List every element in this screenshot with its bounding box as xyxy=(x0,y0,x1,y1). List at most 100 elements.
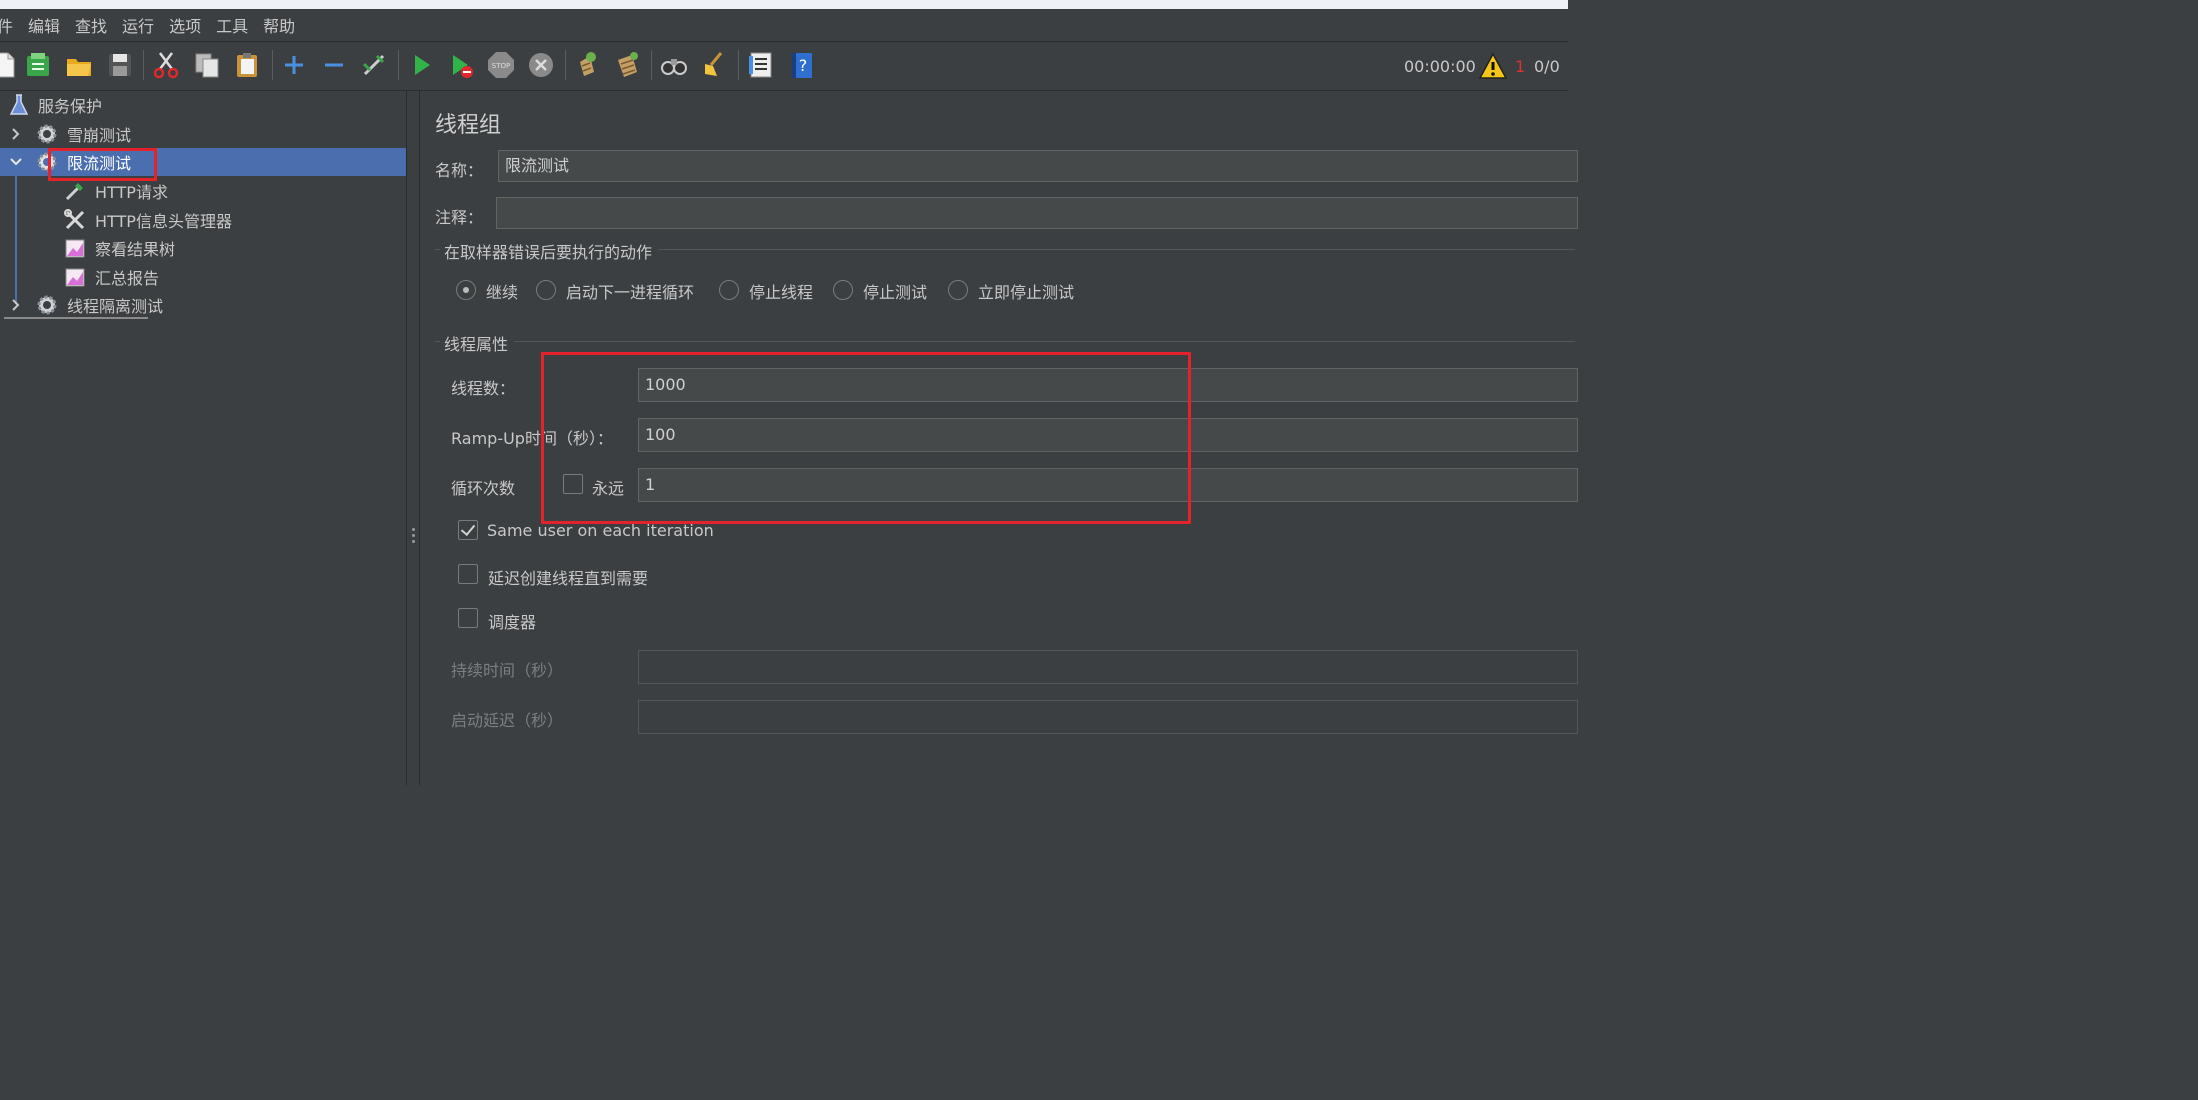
toolbar-separator xyxy=(143,50,144,80)
search-icon[interactable] xyxy=(658,49,690,81)
divider-grip-dot xyxy=(412,528,415,531)
thread-group-panel: 线程组 名称： 限流测试 注释： 在取样器错误后要执行的动作 继续 启动下一进程… xyxy=(420,91,1578,785)
panel-title: 线程组 xyxy=(435,113,502,138)
comment-label: 注释： xyxy=(435,208,484,227)
menu-bar: 件 编辑 查找 运行 选项 工具 帮助 xyxy=(0,9,1568,42)
tree-item-http-header-manager[interactable]: HTTP信息头管理器 xyxy=(0,206,406,234)
menu-help[interactable]: 帮助 xyxy=(263,13,295,37)
active-threads-count: 0/0 xyxy=(1534,57,1560,76)
elapsed-timer: 00:00:00 xyxy=(1404,57,1476,76)
test-plan-icon xyxy=(9,94,29,115)
start-no-pause-icon[interactable] xyxy=(445,49,477,81)
shutdown-icon[interactable] xyxy=(525,49,557,81)
same-user-checkbox[interactable] xyxy=(458,520,478,540)
duration-input[interactable] xyxy=(638,650,1578,684)
menu-edit[interactable]: 编辑 xyxy=(28,13,60,37)
svg-text:?: ? xyxy=(799,56,808,75)
error-section-title: 在取样器错误后要执行的动作 xyxy=(440,239,659,263)
new-icon[interactable] xyxy=(0,49,20,81)
copy-icon[interactable] xyxy=(191,49,223,81)
comment-input[interactable] xyxy=(496,197,1578,229)
expand-icon[interactable] xyxy=(278,49,310,81)
reset-search-icon[interactable] xyxy=(698,49,730,81)
listener-graph-icon xyxy=(65,239,85,258)
radio-continue-label: 继续 xyxy=(486,283,519,302)
config-tools-icon xyxy=(64,209,85,230)
warning-count: 1 xyxy=(1515,57,1526,76)
listener-graph-icon xyxy=(65,268,85,287)
toolbar-separator xyxy=(565,50,566,80)
startup-delay-label: 启动延迟（秒） xyxy=(451,711,564,730)
threads-label: 线程数： xyxy=(451,379,516,398)
highlight-box-thread-properties xyxy=(541,352,1191,524)
chevron-down-icon[interactable] xyxy=(9,155,23,169)
tree-item-avalanche-test[interactable]: 雪崩测试 xyxy=(0,120,406,148)
name-input[interactable]: 限流测试 xyxy=(498,150,1578,182)
radio-stop-thread-label: 停止线程 xyxy=(749,283,814,302)
svg-text:STOP: STOP xyxy=(492,62,510,70)
divider-grip-dot xyxy=(412,534,415,537)
thread-group-gear-icon xyxy=(37,124,57,144)
split-pane-divider[interactable] xyxy=(406,91,420,785)
radio-start-next-loop[interactable] xyxy=(536,280,556,300)
radio-stop-test-now[interactable] xyxy=(948,280,968,300)
toolbar-separator xyxy=(651,50,652,80)
thread-section-title: 线程属性 xyxy=(440,331,515,355)
function-helper-icon[interactable] xyxy=(745,49,777,81)
warning-icon[interactable] xyxy=(1478,51,1508,81)
menu-run[interactable]: 运行 xyxy=(122,13,154,37)
tree-item-view-results-tree[interactable]: 察看结果树 xyxy=(0,234,406,262)
save-icon[interactable] xyxy=(104,49,136,81)
toolbar-separator xyxy=(272,50,273,80)
tree-item-label: HTTP请求 xyxy=(95,183,168,202)
toolbar-separator xyxy=(398,50,399,80)
highlight-box-tree xyxy=(48,148,157,181)
tree-item-summary-report[interactable]: 汇总报告 xyxy=(0,263,406,291)
test-plan-tree: 服务保护 雪崩测试 限流测试 HTTP请求 HTTP信息头管理器 察看结果树 汇… xyxy=(0,91,406,785)
divider-grip-dot xyxy=(412,540,415,543)
tree-item-thread-isolation-test[interactable]: 线程隔离测试 xyxy=(0,291,406,319)
scheduler-label: 调度器 xyxy=(488,613,537,632)
open-icon[interactable] xyxy=(63,49,95,81)
tree-item-label: 汇总报告 xyxy=(95,269,160,288)
delay-thread-creation-checkbox[interactable] xyxy=(458,564,478,584)
cut-icon[interactable] xyxy=(150,49,182,81)
toggle-icon[interactable] xyxy=(358,49,390,81)
name-label: 名称： xyxy=(435,161,484,180)
thread-section-border xyxy=(435,341,1575,342)
tree-item-http-request[interactable]: HTTP请求 xyxy=(0,177,406,205)
tree-item-label: 雪崩测试 xyxy=(67,126,132,145)
radio-stop-test-now-label: 立即停止测试 xyxy=(978,283,1075,302)
radio-stop-test[interactable] xyxy=(833,280,853,300)
menu-file[interactable]: 件 xyxy=(0,13,13,37)
duration-label: 持续时间（秒） xyxy=(451,661,564,680)
sampler-pipette-icon xyxy=(65,183,83,201)
stop-icon[interactable]: STOP xyxy=(485,49,517,81)
loop-count-label: 循环次数 xyxy=(451,479,516,498)
clear-all-icon[interactable] xyxy=(611,49,643,81)
menu-options[interactable]: 选项 xyxy=(169,13,201,37)
tree-item-label: 服务保护 xyxy=(38,97,103,116)
paste-icon[interactable] xyxy=(231,49,263,81)
collapse-icon[interactable] xyxy=(318,49,350,81)
radio-continue[interactable] xyxy=(456,280,476,300)
menu-search[interactable]: 查找 xyxy=(75,13,107,37)
startup-delay-input[interactable] xyxy=(638,700,1578,734)
templates-icon[interactable] xyxy=(22,49,54,81)
tree-item-test-plan[interactable]: 服务保护 xyxy=(0,91,406,119)
radio-start-next-loop-label: 启动下一进程循环 xyxy=(566,283,695,302)
scheduler-checkbox[interactable] xyxy=(458,608,478,628)
radio-stop-test-label: 停止测试 xyxy=(863,283,928,302)
menu-tools[interactable]: 工具 xyxy=(216,13,248,37)
radio-stop-thread[interactable] xyxy=(719,280,739,300)
tree-item-label: HTTP信息头管理器 xyxy=(95,212,232,231)
chevron-right-icon[interactable] xyxy=(9,298,23,312)
tree-item-label: 线程隔离测试 xyxy=(67,297,164,316)
clear-icon[interactable] xyxy=(571,49,603,81)
help-icon[interactable]: ? xyxy=(785,49,817,81)
delay-thread-creation-label: 延迟创建线程直到需要 xyxy=(488,569,649,588)
tree-underline xyxy=(4,317,148,319)
chevron-right-icon[interactable] xyxy=(9,127,23,141)
start-icon[interactable] xyxy=(405,49,437,81)
thread-group-gear-icon xyxy=(37,295,57,315)
